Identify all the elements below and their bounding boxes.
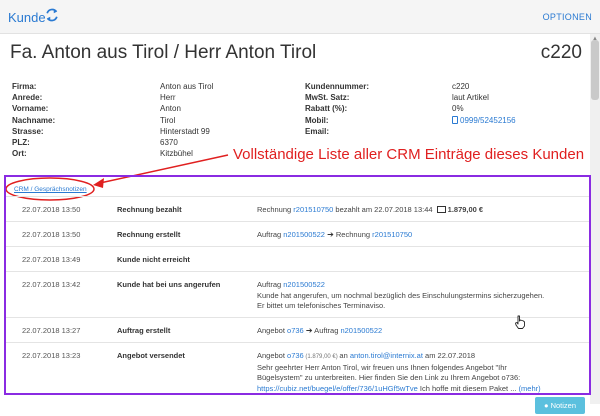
notes-button-label: Notizen [550,401,577,410]
info-label: Ort: [12,149,27,159]
info-label: Firma: [12,82,37,91]
event-type: Kunde hat bei uns angerufen [117,280,221,289]
info-label: Vorname: [12,104,49,114]
info-values-left: Anton aus Tirol Herr Anton Tirol Hinters… [160,81,213,159]
mobile-link[interactable]: 0999/52452156 [460,116,516,125]
detail-text: Auftrag [257,230,284,239]
annotation-text: Vollständige Liste aller CRM Einträge di… [233,146,585,163]
event-date: 22.07.2018 13:42 [22,280,81,289]
detail-text: Ich hoffe mit diesem Paket ... [417,383,517,393]
detail-text: an [339,351,350,360]
event-date: 22.07.2018 13:50 [22,205,81,214]
info-label: Rabatt (%): [305,104,348,114]
info-labels-left: Firma: Anrede: Vorname: Nachname: Strass… [12,81,55,159]
arrow-right-icon: ➔ [327,230,334,239]
info-label: PLZ: [12,138,30,148]
detail-text: am 22.07.2018 [422,351,476,360]
table-row: 22.07.2018 13:50 Rechnung bezahlt Rechnu… [6,196,589,221]
event-date: 22.07.2018 13:27 [22,326,81,335]
customer-headline: Fa. Anton aus Tirol / Herr Anton Tirol [10,42,317,63]
event-detail: Angebot o736 (1.879,00 €) an anton.tirol… [257,351,577,394]
detail-text: Er bittet um telefonisches Terminaviso. [257,301,386,310]
event-detail: Auftrag n201500522 ➔ Rechnung r201510750 [257,230,577,241]
info-label: Mobil: [305,115,329,125]
offer-url-link[interactable]: https://cubiz.net/buegel/e/offer/736/1uH… [257,384,418,393]
table-row: 22.07.2018 13:42 Kunde hat bei uns anger… [6,271,589,317]
amount: 1.879,00 € [447,205,484,214]
info-labels-right: Kundennummer: MwSt. Satz: Rabatt (%): Mo… [305,81,369,137]
event-date: 22.07.2018 13:23 [22,351,81,360]
detail-text: Rechnung [257,205,294,214]
event-detail: Rechnung r201510750 bezahlt am 22.07.201… [257,205,577,216]
event-type: Rechnung erstellt [117,230,181,239]
info-value: c220 [452,82,470,91]
email-link[interactable]: anton.tirol@internix.at [350,351,423,360]
options-button[interactable]: OPTIONEN [543,12,592,22]
refresh-icon[interactable] [45,8,59,22]
info-value: Anton aus Tirol [160,82,214,91]
detail-text: Sehr geehrter Herr Anton Tirol, wir freu… [257,362,507,372]
page-title: Kunde [8,10,46,25]
offer-link[interactable]: o736 [287,326,304,335]
info-label: Strasse: [12,126,44,136]
event-date: 22.07.2018 13:49 [22,255,81,264]
info-value: 0% [452,104,464,114]
info-label: MwSt. Satz: [305,93,350,103]
money-icon [436,206,446,213]
detail-text: Auftrag [312,326,341,335]
more-link[interactable]: (mehr) [519,384,541,393]
info-value: 6370 [160,138,178,148]
detail-text: Rechnung [333,230,373,239]
event-type: Kunde nicht erreicht [117,255,190,264]
table-row: 22.07.2018 13:49 Kunde nicht erreicht [6,246,589,271]
offer-link[interactable]: o736 [287,351,304,360]
event-date: 22.07.2018 13:50 [22,230,81,239]
notes-button[interactable]: ● Notizen [535,397,585,414]
info-label: Anrede: [12,93,43,103]
detail-text: Kunde hat angerufen, um nochmal bezüglic… [257,290,545,300]
info-value: laut Artikel [452,93,489,103]
event-type: Auftrag erstellt [117,326,171,335]
detail-text: Angebot [257,351,288,360]
info-value: Kitzbühel [160,149,193,159]
order-link[interactable]: n201500522 [283,230,325,239]
invoice-link[interactable]: r201510750 [293,205,333,214]
chat-icon: ● [543,401,549,410]
info-value: Tirol [160,115,176,125]
event-type: Angebot versendet [117,351,185,360]
table-row: 22.07.2018 13:27 Auftrag erstellt Angebo… [6,317,589,342]
detail-text: Angebot [257,326,288,335]
detail-text: Bügelsystem" zu unterbreiten. Hier finde… [257,373,521,382]
crm-notes-link[interactable]: CRM / Gesprächsnotizen [14,186,87,193]
mobile-value: 0999/52452156 [452,115,516,126]
info-label: Nachname: [12,115,56,125]
order-link[interactable]: n201500522 [340,326,382,335]
customer-code: c220 [540,42,582,63]
order-link[interactable]: n201500522 [283,280,325,289]
info-value: Hinterstadt 99 [160,126,210,136]
info-value: Herr [160,93,176,103]
top-bar: Kunde OPTIONEN [0,0,600,34]
detail-text: Auftrag [257,280,284,289]
info-label: Kundennummer: [305,82,369,91]
arrow-right-icon: ➔ [305,326,313,335]
invoice-link[interactable]: r201510750 [372,230,412,239]
scrollbar-thumb[interactable] [591,40,599,100]
table-row: 22.07.2018 13:50 Rechnung erstellt Auftr… [6,221,589,246]
table-row: 22.07.2018 13:23 Angebot versendet Angeb… [6,342,589,398]
event-detail: Auftrag n201500522 Kunde hat angerufen, … [257,280,577,312]
info-label: Email: [305,126,330,136]
event-detail: Angebot o736 ➔ Auftrag n201500522 [257,326,577,337]
event-type: Rechnung bezahlt [117,205,182,214]
info-value: Anton [160,104,181,114]
phone-icon [452,115,458,124]
detail-amount: (1.879,00 €) [303,354,340,360]
info-values-right: c220 laut Artikel 0% 0999/52452156 [452,81,516,126]
crm-event-list: 22.07.2018 13:50 Rechnung bezahlt Rechnu… [6,196,589,398]
detail-text: bezahlt am 22.07.2018 13:44 [333,205,435,214]
hand-cursor-icon [515,315,525,329]
